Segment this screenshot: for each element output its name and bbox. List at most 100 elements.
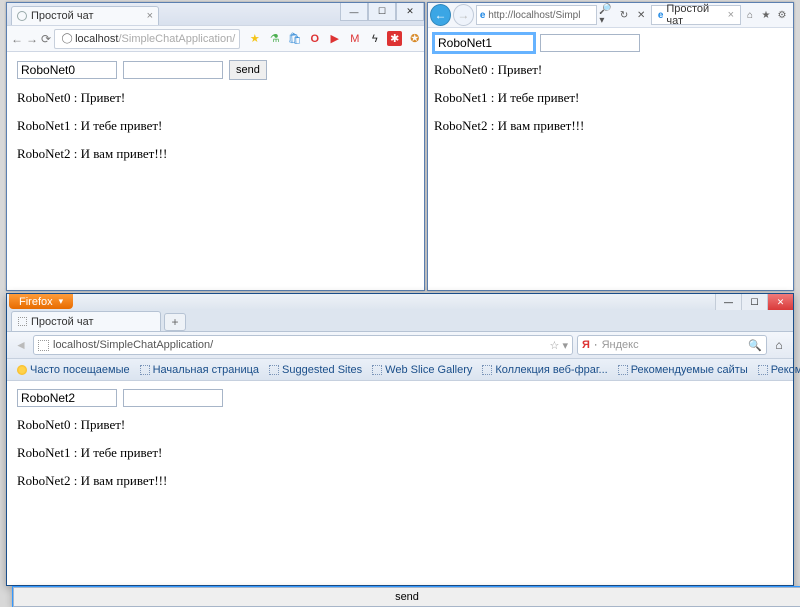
page-icon <box>18 317 27 326</box>
chat-message: RoboNet1 : И тебе привет! <box>434 90 787 106</box>
home-button[interactable]: ⌂ <box>771 337 787 353</box>
ie-header: ← → e http://localhost/Simpl 🔎▾ ↻ ✕ e Пр… <box>428 3 793 28</box>
url-path: /SimpleChatApplication/ <box>118 33 235 45</box>
favorites-button[interactable]: ★ <box>759 8 773 22</box>
ie-window: ← → e http://localhost/Simpl 🔎▾ ↻ ✕ e Пр… <box>427 2 794 291</box>
bookmarks-bar: Часто посещаемые Начальная страница Sugg… <box>7 359 793 381</box>
back-button[interactable]: ← <box>430 4 451 26</box>
ie-icon: e <box>658 10 664 21</box>
ie-toolbar-right: ⌂ ★ ⚙ <box>743 8 791 22</box>
address-bar[interactable]: ◯ localhost/SimpleChatApplication/ <box>54 29 240 49</box>
page-icon <box>269 365 279 375</box>
chrome-window-controls: — ☐ ✕ <box>340 3 424 21</box>
address-bar[interactable]: localhost/SimpleChatApplication/ ☆ ▾ <box>33 335 573 355</box>
folder-icon <box>17 365 27 375</box>
chat-message: RoboNet2 : И вам привет!!! <box>17 473 783 489</box>
page-icon <box>140 365 150 375</box>
minimize-button[interactable]: — <box>715 294 741 310</box>
extension-icons: ★ ⚗ 🛍 O ▶ M ϟ ✱ ✪ <box>247 31 422 46</box>
chat-message: RoboNet1 : И тебе привет! <box>17 118 414 134</box>
rss-icon[interactable]: ☆ ▾ <box>550 339 568 352</box>
tools-button[interactable]: ⚙ <box>775 8 789 22</box>
bug-icon[interactable]: ✪ <box>407 31 422 46</box>
username-input[interactable] <box>17 389 117 407</box>
maximize-button[interactable]: ☐ <box>741 294 767 310</box>
globe-icon <box>17 11 27 21</box>
send-button[interactable]: send <box>229 60 267 80</box>
store-icon[interactable]: 🛍 <box>287 31 302 46</box>
ie-tab[interactable]: e Простой чат × <box>651 5 741 25</box>
firefox-menu-button[interactable]: Firefox <box>9 294 73 309</box>
url-host: localhost <box>75 33 118 45</box>
bolt-icon[interactable]: ϟ <box>367 31 382 46</box>
gmail-icon[interactable]: M <box>347 31 362 46</box>
forward-button[interactable]: → <box>453 4 474 26</box>
username-input[interactable] <box>434 34 534 52</box>
chat-message: RoboNet2 : И вам привет!!! <box>17 146 414 162</box>
close-tab-icon[interactable]: × <box>728 9 734 21</box>
search-box[interactable]: Я · Яндекс 🔍 <box>577 335 767 355</box>
close-button[interactable]: ✕ <box>767 294 793 310</box>
tab-title: Простой чат <box>31 10 94 22</box>
page-icon <box>618 365 628 375</box>
home-button[interactable]: ⌂ <box>743 8 757 22</box>
chat-message: RoboNet0 : Привет! <box>434 62 787 78</box>
search-dropdown-icon[interactable]: 🔎▾ <box>599 7 614 23</box>
firefox-window: Firefox — ☐ ✕ Простой чат + ◄ localhost/… <box>6 293 794 586</box>
username-input[interactable] <box>17 61 117 79</box>
message-input[interactable] <box>123 61 223 79</box>
reload-button[interactable]: ⟳ <box>41 31 51 47</box>
chrome-page: send RoboNet0 : Привет! RoboNet1 : И теб… <box>7 52 424 182</box>
page-icon <box>482 365 492 375</box>
message-input[interactable] <box>123 389 223 407</box>
firefox-tab[interactable]: Простой чат <box>11 311 161 331</box>
bookmark-item[interactable]: Рекомендуемые сайты <box>614 364 752 376</box>
chat-message: RoboNet1 : И тебе привет! <box>17 445 783 461</box>
close-button[interactable]: ✕ <box>396 3 424 21</box>
chrome-tab[interactable]: Простой чат × <box>11 6 159 25</box>
youtube-icon[interactable]: ▶ <box>327 31 342 46</box>
search-icon[interactable]: 🔍 <box>748 339 762 352</box>
address-bar[interactable]: e http://localhost/Simpl <box>476 5 598 25</box>
firefox-window-controls: — ☐ ✕ <box>715 294 793 310</box>
tab-title: Простой чат <box>666 3 724 27</box>
globe-icon: ◯ <box>59 31 75 47</box>
stop-button[interactable]: ✕ <box>634 7 649 23</box>
chrome-toolbar: ← → ⟳ ◯ localhost/SimpleChatApplication/… <box>7 25 424 52</box>
chat-message: RoboNet0 : Привет! <box>17 417 783 433</box>
ie-page: send RoboNet0 : Привет! RoboNet1 : И теб… <box>428 28 793 152</box>
back-button[interactable]: ◄ <box>13 337 29 353</box>
url-text: localhost/SimpleChatApplication/ <box>53 339 213 351</box>
message-input[interactable] <box>540 34 640 52</box>
site-icon: e <box>480 10 486 21</box>
firefox-toolbar: ◄ localhost/SimpleChatApplication/ ☆ ▾ Я… <box>7 332 793 359</box>
page-icon <box>758 365 768 375</box>
star-icon[interactable]: ★ <box>247 31 262 46</box>
ext-icon[interactable]: ✱ <box>387 31 402 46</box>
page-icon <box>38 340 49 351</box>
bookmark-item[interactable]: Коллекция веб-фраг... <box>478 364 611 376</box>
yandex-icon: Я <box>582 339 590 351</box>
bookmark-item[interactable]: Часто посещаемые <box>13 364 134 376</box>
bookmark-item[interactable]: Начальная страница <box>136 364 263 376</box>
close-tab-icon[interactable]: × <box>147 10 153 22</box>
search-engine-label: Яндекс <box>602 339 639 351</box>
refresh-button[interactable]: ↻ <box>617 7 632 23</box>
tab-title: Простой чат <box>31 316 94 328</box>
page-icon <box>372 365 382 375</box>
labs-icon[interactable]: ⚗ <box>267 31 282 46</box>
opera-icon[interactable]: O <box>307 31 322 46</box>
new-tab-button[interactable]: + <box>164 313 186 331</box>
bookmark-item[interactable]: Suggested Sites <box>265 364 366 376</box>
bookmark-item[interactable]: Рекомендуемые узлы <box>754 364 800 376</box>
back-button[interactable]: ← <box>11 31 23 47</box>
bookmark-item[interactable]: Web Slice Gallery <box>368 364 476 376</box>
firefox-titlebar: Firefox — ☐ ✕ <box>7 294 793 310</box>
minimize-button[interactable]: — <box>340 3 368 21</box>
chat-message: RoboNet2 : И вам привет!!! <box>434 118 787 134</box>
firefox-tabstrip: Простой чат + <box>7 310 793 332</box>
firefox-page: send RoboNet0 : Привет! RoboNet1 : И теб… <box>7 381 793 509</box>
forward-button[interactable]: → <box>26 31 38 47</box>
maximize-button[interactable]: ☐ <box>368 3 396 21</box>
send-button[interactable]: send <box>13 587 800 607</box>
